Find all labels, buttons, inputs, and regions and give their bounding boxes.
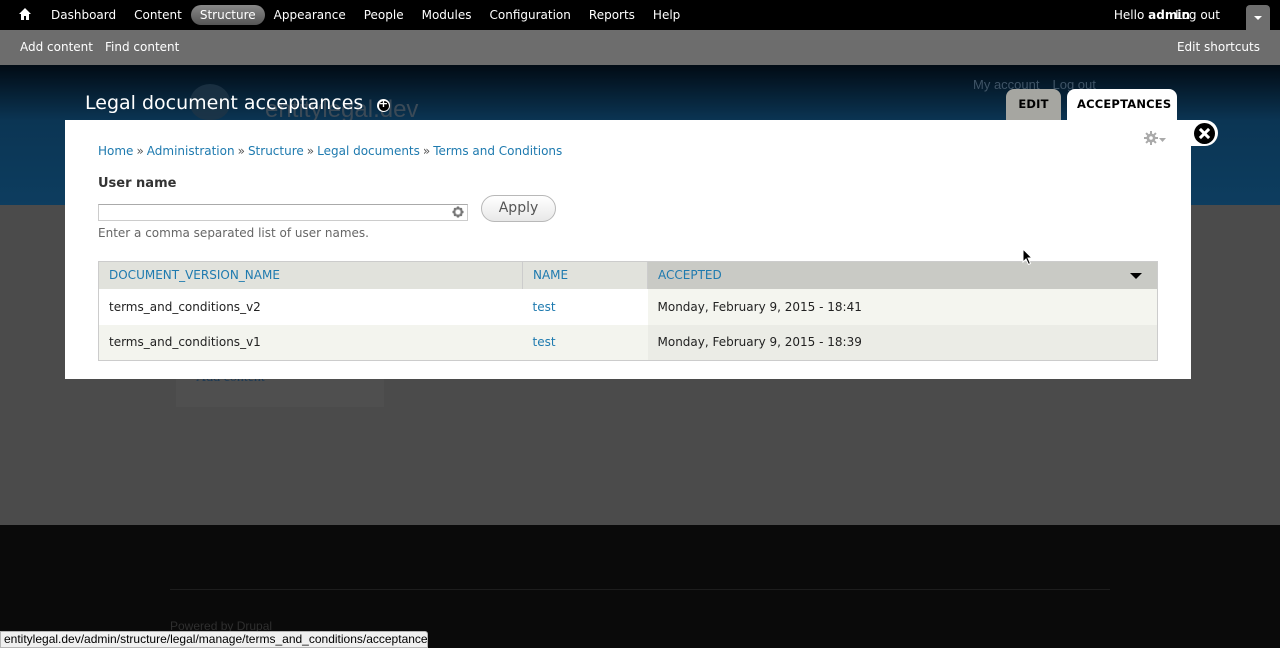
breadcrumb-terms-and-conditions[interactable]: Terms and Conditions: [433, 144, 562, 158]
breadcrumb-separator: »: [306, 144, 315, 158]
shortcut-add-content[interactable]: Add content: [20, 40, 93, 54]
toolbar-menu: Dashboard Content Structure Appearance P…: [42, 0, 689, 30]
logout-link[interactable]: Log out: [1175, 8, 1220, 22]
breadcrumb-separator: »: [237, 144, 245, 158]
shortcut-find-content[interactable]: Find content: [105, 40, 179, 54]
user-link[interactable]: test: [533, 300, 556, 314]
toolbar-item-structure[interactable]: Structure: [190, 5, 265, 25]
overlay-tabs: EDIT ACCEPTANCES: [1006, 89, 1177, 120]
column-header-name[interactable]: NAME: [522, 261, 648, 289]
tab-acceptances[interactable]: ACCEPTANCES: [1067, 89, 1177, 120]
cell-document-version-name: terms_and_conditions_v2: [98, 288, 523, 325]
breadcrumb-administration[interactable]: Administration: [147, 144, 235, 158]
user-name-label: User name: [98, 176, 177, 191]
breadcrumb-legal-documents[interactable]: Legal documents: [317, 144, 420, 158]
column-header-document-version-name[interactable]: DOCUMENT_VERSION_NAME: [98, 261, 523, 289]
add-shortcut-icon[interactable]: [377, 97, 390, 112]
table-row: terms_and_conditions_v1 test Monday, Feb…: [98, 324, 1158, 361]
sort-link-name[interactable]: NAME: [533, 268, 568, 282]
toolbar-item-help[interactable]: Help: [644, 5, 689, 25]
sort-link-document-version-name[interactable]: DOCUMENT_VERSION_NAME: [109, 268, 280, 282]
breadcrumb-home[interactable]: Home: [98, 144, 133, 158]
column-header-accepted[interactable]: ACCEPTED: [647, 261, 1158, 289]
cell-document-version-name: terms_and_conditions_v1: [98, 324, 523, 361]
cell-name: test: [522, 324, 648, 361]
shortcuts-bar: Add content Find content Edit shortcuts: [0, 30, 1280, 65]
apply-button[interactable]: Apply: [481, 195, 556, 222]
user-name-description: Enter a comma separated list of user nam…: [98, 226, 369, 240]
page-title: Legal document acceptances: [85, 92, 364, 114]
mouse-cursor-icon: [1022, 248, 1034, 266]
browser-status-bar: entitylegal.dev/admin/structure/legal/ma…: [0, 631, 428, 648]
toolbar-item-reports[interactable]: Reports: [580, 5, 644, 25]
greeting-text: Hello: [1113, 8, 1145, 22]
table-header-row: DOCUMENT_VERSION_NAME NAME ACCEPTED: [98, 261, 1158, 289]
footer-divider: [170, 589, 1110, 590]
sort-descending-icon[interactable]: [1130, 273, 1142, 279]
site-footer: Powered by Drupal: [0, 525, 1280, 648]
toolbar-drawer-toggle[interactable]: [1246, 5, 1270, 30]
toolbar-item-appearance[interactable]: Appearance: [265, 5, 355, 25]
toolbar-item-modules[interactable]: Modules: [413, 5, 481, 25]
toolbar-item-people[interactable]: People: [355, 5, 413, 25]
user-link[interactable]: test: [533, 335, 556, 349]
cell-accepted: Monday, February 9, 2015 - 18:41: [647, 288, 1158, 325]
toolbar-item-content[interactable]: Content: [125, 5, 191, 25]
breadcrumb: Home» Administration» Structure» Legal docu…: [98, 144, 562, 158]
breadcrumb-structure[interactable]: Structure: [248, 144, 304, 158]
close-icon[interactable]: [1194, 123, 1215, 144]
gear-icon[interactable]: [1144, 131, 1168, 147]
table-row: terms_and_conditions_v2 test Monday, Feb…: [98, 288, 1158, 325]
breadcrumb-separator: »: [422, 144, 431, 158]
tab-edit[interactable]: EDIT: [1006, 89, 1061, 120]
breadcrumb-separator: »: [136, 144, 144, 158]
edit-shortcuts-link[interactable]: Edit shortcuts: [1177, 40, 1260, 54]
user-name-input[interactable]: [98, 204, 468, 221]
home-icon[interactable]: [18, 7, 32, 21]
cell-accepted: Monday, February 9, 2015 - 18:39: [647, 324, 1158, 361]
sort-link-accepted[interactable]: ACCEPTED: [658, 268, 722, 282]
toolbar-item-dashboard[interactable]: Dashboard: [42, 5, 125, 25]
autocomplete-throbber-icon: [452, 206, 464, 218]
cell-name: test: [522, 288, 648, 325]
admin-toolbar: Dashboard Content Structure Appearance P…: [0, 0, 1280, 30]
acceptances-table: DOCUMENT_VERSION_NAME NAME ACCEPTED term…: [98, 261, 1158, 361]
toolbar-item-configuration[interactable]: Configuration: [481, 5, 580, 25]
